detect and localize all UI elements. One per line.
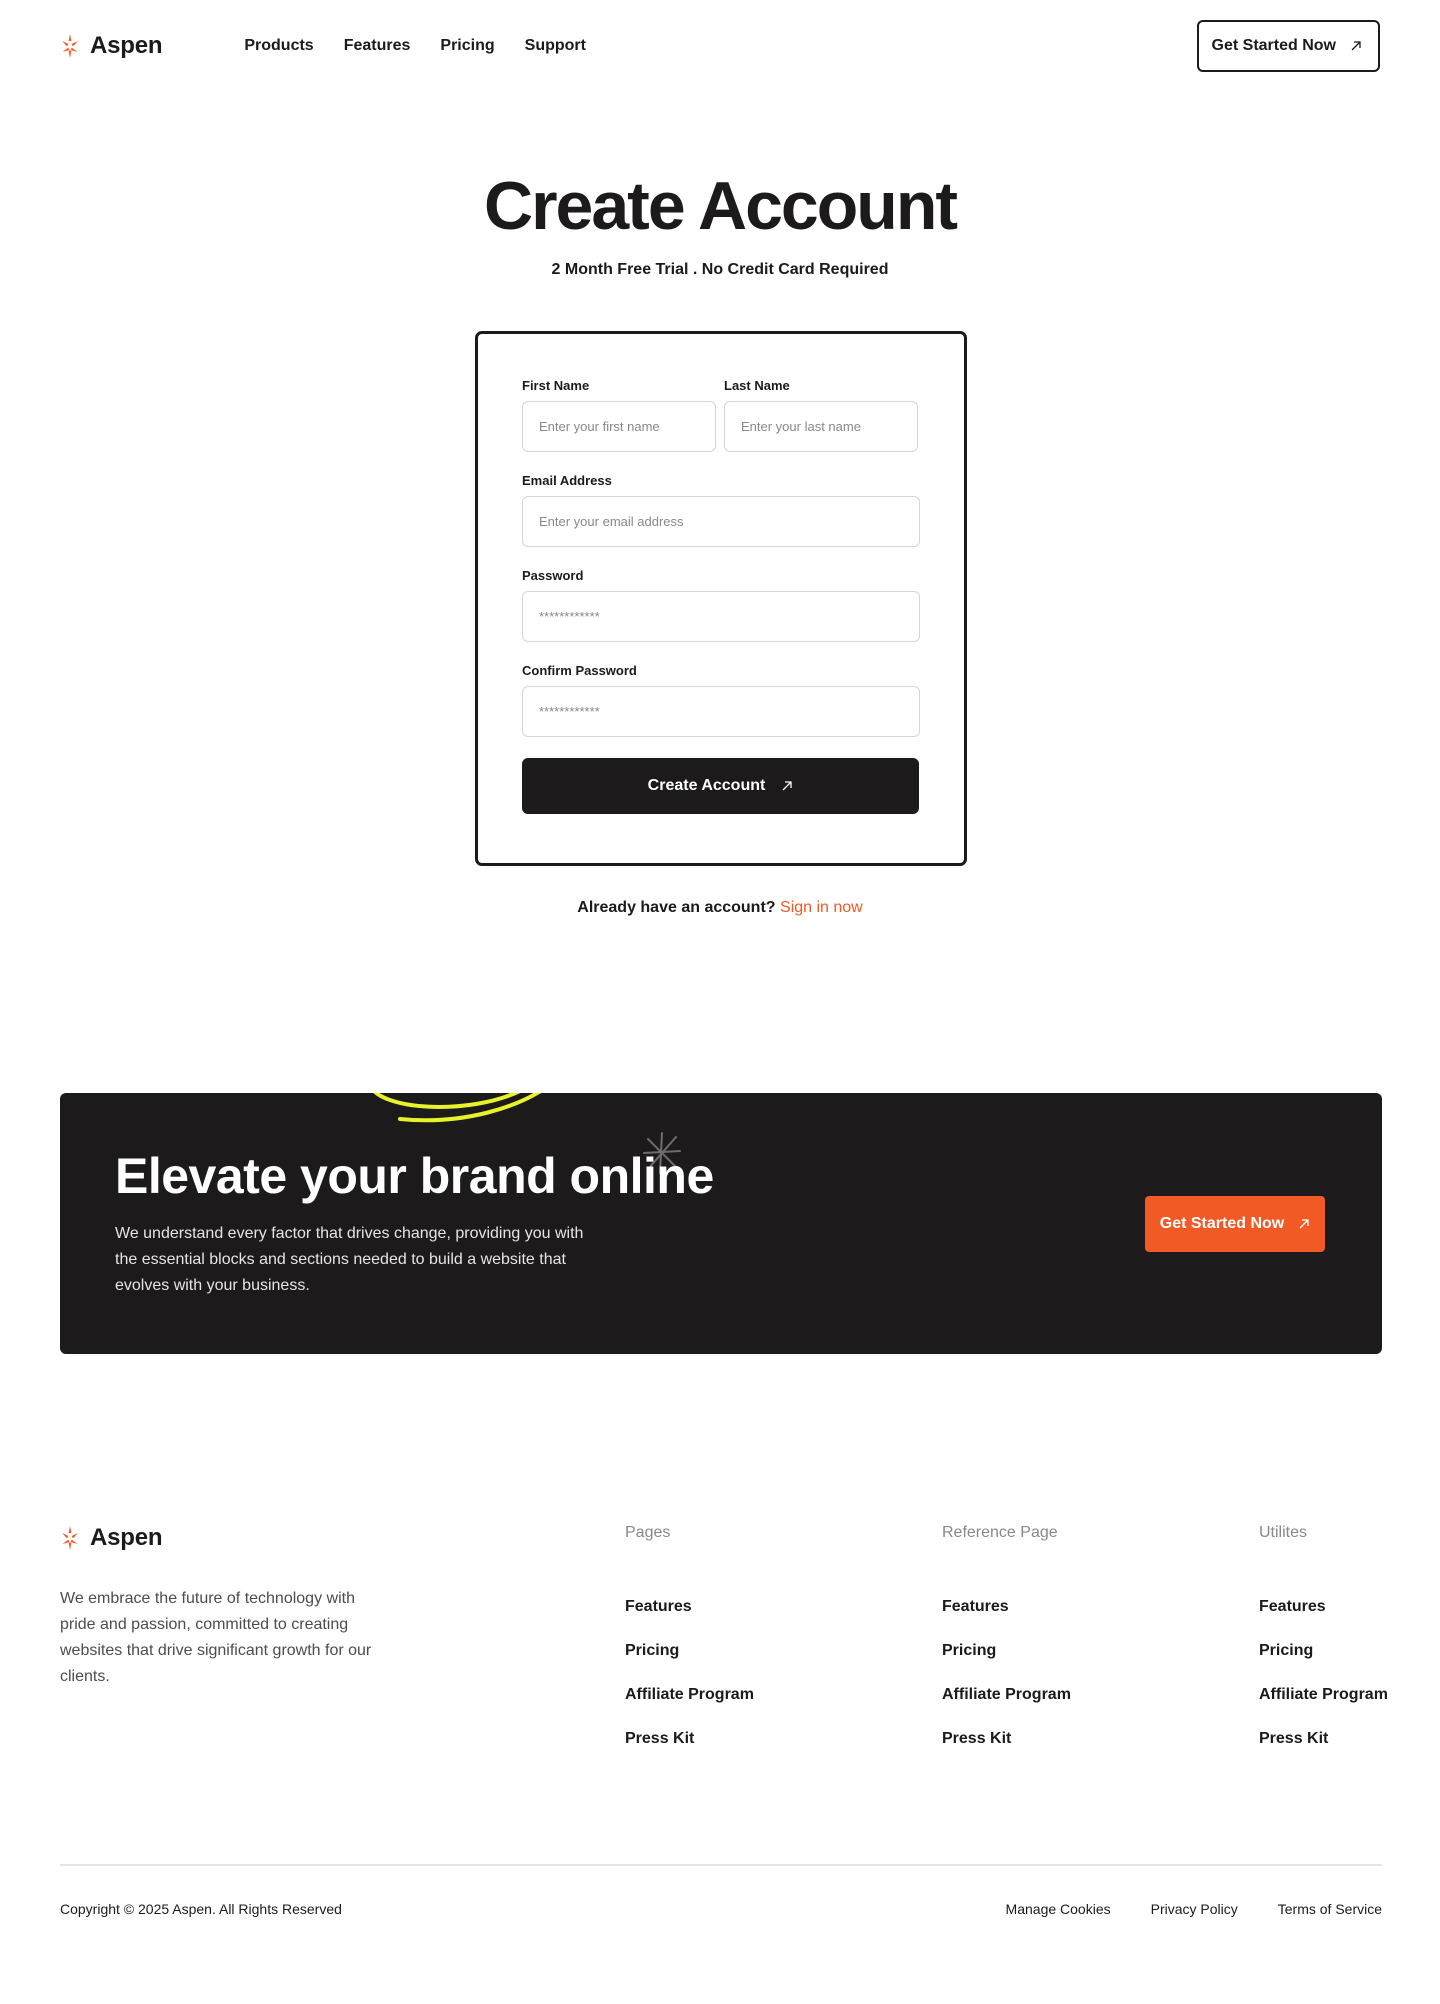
cta-banner: Elevate your brand online We understand … <box>60 1093 1382 1354</box>
email-label: Email Address <box>522 473 612 488</box>
legal-links: Manage Cookies Privacy Policy Terms of S… <box>1006 1901 1382 1917</box>
footer-link-features[interactable]: Features <box>942 1598 1071 1619</box>
header-get-started-label: Get Started Now <box>1211 37 1336 54</box>
privacy-policy-link[interactable]: Privacy Policy <box>1151 1901 1238 1917</box>
footer-brand-logo[interactable]: Aspen <box>60 1524 163 1552</box>
terms-of-service-link[interactable]: Terms of Service <box>1278 1901 1382 1917</box>
footer-column-pages: Pages Features Pricing Affiliate Program… <box>625 1524 754 1774</box>
copyright-text: Copyright © 2025 Aspen. All Rights Reser… <box>60 1901 342 1917</box>
footer-column-utilites: Utilites Features Pricing Affiliate Prog… <box>1259 1524 1388 1774</box>
banner-get-started-button[interactable]: Get Started Now <box>1145 1196 1325 1252</box>
main-nav: Products Features Pricing Support <box>244 37 586 55</box>
footer-brand-name: Aspen <box>90 1524 163 1551</box>
signin-link[interactable]: Sign in now <box>780 899 863 916</box>
footer-column-title: Utilites <box>1259 1524 1308 1541</box>
footer-link-pricing[interactable]: Pricing <box>942 1642 1071 1663</box>
email-input[interactable]: Enter your email address <box>522 496 920 547</box>
site-header: Aspen Products Features Pricing Support … <box>60 20 1380 72</box>
nav-features[interactable]: Features <box>344 37 411 55</box>
aspen-logo-icon <box>62 1526 78 1550</box>
brand-name: Aspen <box>90 32 163 59</box>
footer-link-press-kit[interactable]: Press Kit <box>942 1730 1071 1751</box>
nav-support[interactable]: Support <box>525 37 586 55</box>
first-name-label: First Name <box>522 378 590 393</box>
create-account-button[interactable]: Create Account <box>522 758 919 814</box>
nav-products[interactable]: Products <box>244 37 313 55</box>
footer-link-affiliate-program[interactable]: Affiliate Program <box>625 1686 754 1707</box>
last-name-input[interactable]: Enter your last name <box>724 401 918 452</box>
banner-description: We understand every factor that drives c… <box>115 1225 584 1294</box>
brand-logo[interactable]: Aspen <box>60 32 163 60</box>
footer-column-reference-page: Reference Page Features Pricing Affiliat… <box>942 1524 1071 1774</box>
nav-pricing[interactable]: Pricing <box>440 37 494 55</box>
confirm-password-label: Confirm Password <box>522 663 637 678</box>
footer-link-affiliate-program[interactable]: Affiliate Program <box>1259 1686 1388 1707</box>
footer-link-affiliate-program[interactable]: Affiliate Program <box>942 1686 1071 1707</box>
confirm-password-input[interactable]: ************ <box>522 686 920 737</box>
password-input[interactable]: ************ <box>522 591 920 642</box>
page-title: Create Account <box>483 168 958 244</box>
footer-description: We embrace the future of technology with… <box>60 1590 372 1685</box>
arrow-up-right-icon <box>782 781 792 791</box>
arrow-up-right-icon <box>1351 41 1361 51</box>
banner-title: Elevate your brand online <box>115 1148 714 1204</box>
aspen-logo-icon <box>62 34 78 58</box>
name-row: First Name Enter your first name Last Na… <box>522 378 920 473</box>
signin-prompt-text: Already have an account? <box>577 899 776 916</box>
footer-link-press-kit[interactable]: Press Kit <box>625 1730 754 1751</box>
footer-link-features[interactable]: Features <box>625 1598 754 1619</box>
email-field: Email Address Enter your email address <box>522 473 920 547</box>
signup-form-card: First Name Enter your first name Last Na… <box>475 331 967 866</box>
page-subtitle: 2 Month Free Trial . No Credit Card Requ… <box>551 261 889 278</box>
password-field: Password ************ <box>522 568 920 642</box>
yellow-swirl-decoration <box>373 1093 542 1123</box>
create-account-label: Create Account <box>647 777 766 794</box>
header-get-started-button[interactable]: Get Started Now <box>1196 20 1380 72</box>
banner-get-started-label: Get Started Now <box>1159 1215 1285 1232</box>
first-name-input[interactable]: Enter your first name <box>522 401 716 452</box>
footer-link-press-kit[interactable]: Press Kit <box>1259 1730 1388 1751</box>
footer-link-pricing[interactable]: Pricing <box>1259 1642 1388 1663</box>
last-name-field: Last Name Enter your last name <box>724 378 918 452</box>
footer-link-pricing[interactable]: Pricing <box>625 1642 754 1663</box>
arrow-up-right-icon <box>1299 1219 1309 1229</box>
footer-column-title: Pages <box>625 1524 671 1541</box>
password-label: Password <box>522 568 584 583</box>
confirm-password-field: Confirm Password ************ <box>522 663 920 737</box>
footer-divider <box>60 1864 1382 1866</box>
signin-prompt: Already have an account? Sign in now <box>0 899 1440 917</box>
footer-column-title: Reference Page <box>942 1524 1058 1541</box>
last-name-label: Last Name <box>724 378 790 393</box>
first-name-field: First Name Enter your first name <box>522 378 716 452</box>
footer-link-features[interactable]: Features <box>1259 1598 1388 1619</box>
manage-cookies-link[interactable]: Manage Cookies <box>1006 1901 1111 1917</box>
